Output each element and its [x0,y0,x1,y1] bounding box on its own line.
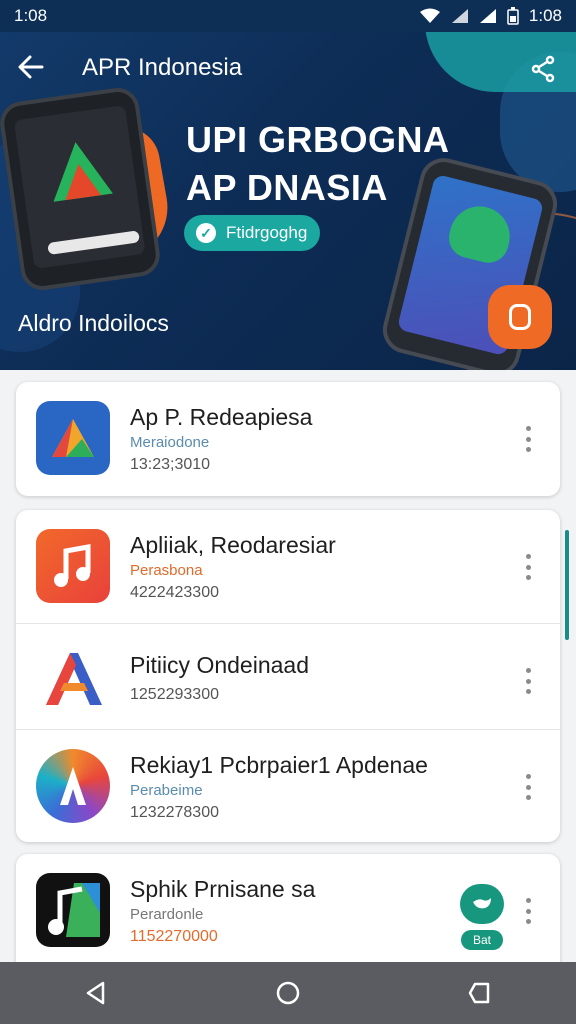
drive-triangle-icon [36,401,110,475]
circle-home-icon [276,981,300,1005]
more-menu-button[interactable] [516,668,540,694]
more-vert-icon [525,554,531,559]
nav-back-button[interactable] [76,973,116,1013]
app-name: Ap P. Redeapiesa [130,404,313,430]
status-chip[interactable] [460,884,504,924]
phone-screen [13,104,146,270]
phone-illustration [0,85,163,293]
music-app-icon [36,873,110,947]
app-number: 13:23;3010 [130,456,211,473]
mascot-icon [444,200,517,267]
app-card: Sphik Prnisane sa Perardonle 1152270000 … [16,854,560,962]
nav-home-button[interactable] [268,973,308,1013]
app-tag: Perardonle [130,906,204,923]
app-tag: Perabeime [130,782,203,799]
scrollbar[interactable] [565,530,569,640]
triangle-back-icon [86,981,105,1005]
status-badge: Bat [461,930,503,950]
app-tag: Perasbona [130,562,203,579]
hero-title: UPI GRBOGNA AP DNASIA [186,116,450,212]
list-item[interactable]: Apliiak, Reodaresiar Perasbona 422242330… [16,510,560,624]
hero-badge-button[interactable]: ✓ Ftidrgoghg [184,215,320,251]
more-menu-button[interactable] [516,898,540,924]
letter-a-icon [36,643,110,717]
signal-icon [451,9,468,23]
list-item[interactable]: Ap P. Redeapiesa Meraiodone 13:23;3010 [16,382,560,492]
signal-icon-2 [479,9,496,23]
bird-icon [473,898,491,909]
app-number: 1252293300 [130,686,219,703]
app-tag: Meraiodone [130,434,210,451]
gradient-a-icon [36,749,110,823]
share-button[interactable] [528,54,560,86]
more-menu-button[interactable] [516,774,540,800]
more-menu-button[interactable] [516,426,540,452]
nav-recents-button[interactable] [460,973,500,1013]
wifi-icon [419,8,440,23]
page-title: APR Indonesia [82,54,243,81]
share-icon [531,55,555,83]
app-logo-accent-icon [60,161,102,201]
check-icon: ✓ [196,223,216,243]
list-item[interactable]: Pitiicy Ondeinaad 1252293300 [16,624,560,730]
app-number: 4222423300 [130,584,219,601]
app-name: Rekiay1 Pcbrpaier1 Apdenae [130,752,428,778]
hero-title-line1: UPI GRBOGNA [186,119,450,160]
more-menu-button[interactable] [516,554,540,580]
app-name: Apliiak, Reodaresiar [130,532,336,558]
app-name: Sphik Prnisane sa [130,876,316,902]
arrow-left-icon [18,55,44,79]
status-time-right: 1:08 [528,6,562,25]
list-item[interactable]: Rekiay1 Pcbrpaier1 Apdenae Perabeime 123… [16,730,560,842]
more-vert-icon [525,668,531,673]
hero-badge-label: Ftidrgoghg [226,223,308,242]
list-item[interactable]: Sphik Prnisane sa Perardonle 1152270000 … [16,854,560,962]
recents-icon [468,982,490,1004]
music-note-icon [36,529,110,603]
system-nav-bar [0,962,576,1024]
hero-title-line2: AP DNASIA [186,167,388,208]
hero-subtitle: Aldro Indoilocs [18,310,169,336]
hero-banner: APR Indonesia UPI GRBOGNA AP DNASIA ✓ Ft… [0,32,576,372]
app-name: Pitiicy Ondeinaad [130,652,309,678]
more-vert-icon [525,898,531,903]
floating-action-button[interactable] [488,285,552,349]
status-icons: 1:08 [419,6,562,26]
app-card: Apliiak, Reodaresiar Perasbona 422242330… [16,510,560,842]
app-number: 1152270000 [130,928,218,945]
app-list: Ap P. Redeapiesa Meraiodone 13:23;3010 A… [0,370,576,962]
back-button[interactable] [16,52,50,86]
phone-search-bar [47,230,140,255]
battery-icon [507,7,519,25]
app-card: Ap P. Redeapiesa Meraiodone 13:23;3010 [16,382,560,496]
status-time-left: 1:08 [14,6,48,25]
app-number: 1232278300 [130,804,219,821]
badge-icon [509,304,531,330]
more-vert-icon [525,774,531,779]
status-bar: 1:08 1:08 [0,0,576,32]
more-vert-icon [525,426,531,431]
